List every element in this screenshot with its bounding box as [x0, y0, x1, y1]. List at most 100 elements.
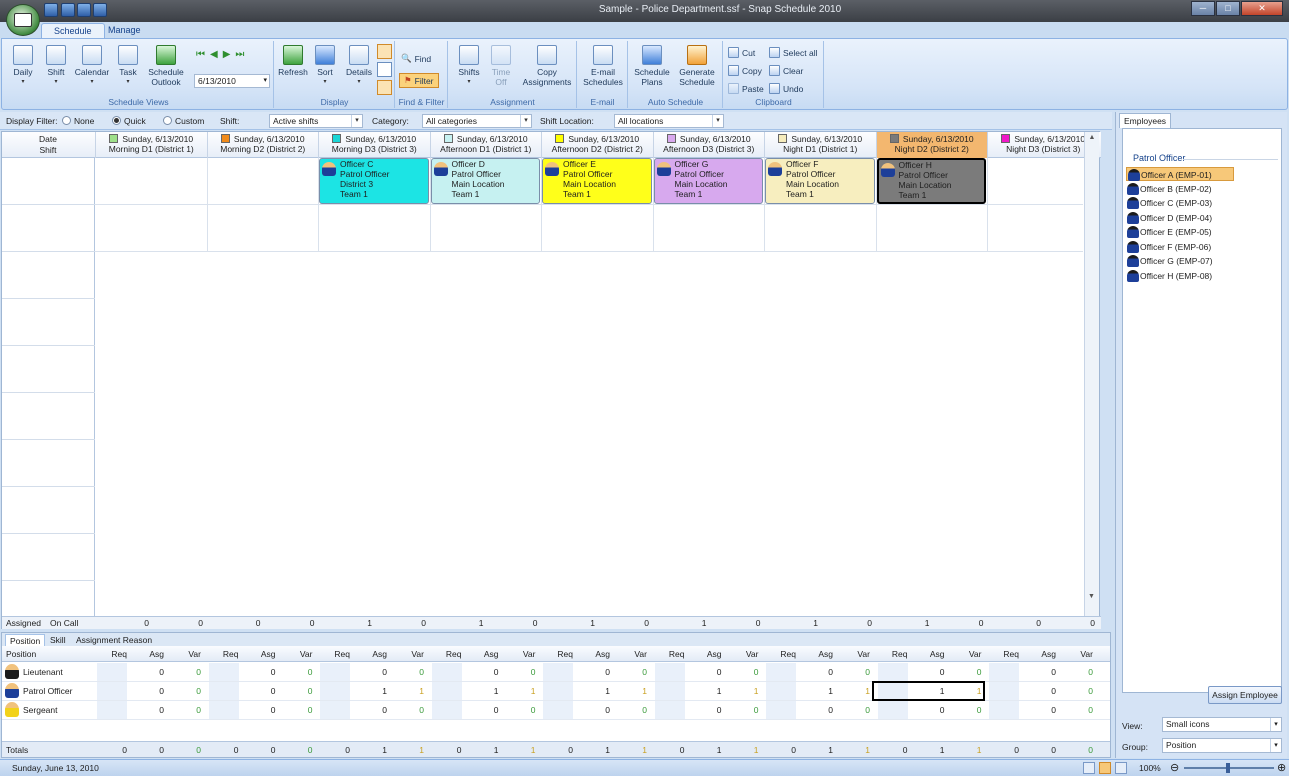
last-icon[interactable]: ⏭: [235, 49, 244, 63]
task-button[interactable]: Task ▾: [114, 45, 142, 87]
req-cell[interactable]: [654, 663, 685, 681]
req-cell[interactable]: [543, 701, 573, 719]
assignment-card[interactable]: Officer D Patrol Officer Main Location Team…: [430, 158, 540, 204]
assignment-card[interactable]: Officer E Patrol Officer Main Location Team…: [542, 158, 652, 204]
tab-skill[interactable]: Skill: [46, 634, 70, 646]
save-icon[interactable]: [61, 3, 75, 17]
schedule-plans-button[interactable]: Schedule Plans: [631, 45, 673, 87]
print-icon[interactable]: [93, 3, 107, 17]
paste-button[interactable]: Paste: [728, 83, 764, 94]
employee-item[interactable]: Officer E (EMP-05): [1126, 225, 1234, 239]
req-cell[interactable]: [989, 701, 1019, 719]
req-cell[interactable]: [320, 663, 350, 681]
scroll-down-icon[interactable]: ▼: [1088, 593, 1095, 600]
column-header[interactable]: Sunday, 6/13/2010 Morning D1 (District 1): [95, 132, 207, 158]
layout-toggle-icon[interactable]: [377, 44, 392, 59]
zoom-out-icon[interactable]: ⊖: [1170, 761, 1179, 774]
column-header[interactable]: Sunday, 6/13/2010 Afternoon D1 (District …: [429, 132, 542, 158]
req-cell[interactable]: [97, 701, 127, 719]
tab-position[interactable]: Position: [5, 634, 46, 646]
location-filter-combo[interactable]: All locations: [614, 114, 724, 128]
req-cell[interactable]: [543, 663, 573, 681]
calendar-button[interactable]: Calendar ▾: [74, 45, 110, 87]
layout-list-icon[interactable]: [377, 62, 392, 77]
req-cell[interactable]: [431, 663, 462, 681]
tab-assignment-reason[interactable]: Assignment Reason: [72, 634, 156, 646]
filter-quick-radio[interactable]: Quick: [112, 116, 146, 126]
column-header[interactable]: Sunday, 6/13/2010 Night D1 (District 1): [764, 132, 876, 158]
new-icon[interactable]: [77, 3, 91, 17]
clear-button[interactable]: Clear: [769, 65, 803, 76]
generate-schedule-button[interactable]: Generate Schedule: [675, 45, 719, 87]
cut-button[interactable]: Cut: [728, 47, 755, 58]
req-cell[interactable]: [877, 701, 908, 719]
assignment-card[interactable]: Officer H Patrol Officer Main Location Team…: [876, 158, 986, 204]
employee-item[interactable]: Officer A (EMP-01): [1126, 167, 1234, 181]
tab-employees[interactable]: Employees: [1119, 113, 1172, 128]
req-cell[interactable]: [654, 682, 685, 700]
help-icon[interactable]: [44, 3, 58, 17]
assignment-card[interactable]: Officer F Patrol Officer Main Location Team…: [765, 158, 875, 204]
req-cell[interactable]: [766, 701, 796, 719]
view-combo[interactable]: Small icons: [1162, 717, 1282, 732]
tab-schedule[interactable]: Schedule: [41, 23, 105, 38]
email-schedules-button[interactable]: E-mail Schedules: [580, 45, 626, 87]
req-cell[interactable]: [543, 682, 573, 700]
tab-manage[interactable]: Manage: [96, 23, 153, 38]
app-menu-button[interactable]: [6, 4, 40, 36]
close-button[interactable]: ✕: [1241, 1, 1283, 16]
req-cell[interactable]: [320, 682, 350, 700]
refresh-button[interactable]: Refresh: [277, 45, 309, 77]
employee-item[interactable]: Officer F (EMP-06): [1126, 240, 1234, 254]
req-cell[interactable]: [97, 663, 127, 681]
shift-filter-combo[interactable]: Active shifts: [269, 114, 363, 128]
filter-button[interactable]: ⚑ Filter: [399, 73, 439, 88]
zoom-slider-thumb[interactable]: [1226, 763, 1230, 773]
column-header[interactable]: Sunday, 6/13/2010 Afternoon D2 (District …: [541, 132, 653, 158]
select-all-button[interactable]: Select all: [769, 47, 818, 58]
minimize-button[interactable]: ─: [1191, 1, 1215, 16]
view-schedule-icon[interactable]: [1099, 762, 1111, 774]
undo-button[interactable]: Undo: [769, 83, 803, 94]
find-button[interactable]: 🔍 Find: [401, 53, 431, 64]
prev-icon[interactable]: ◀: [210, 49, 218, 63]
shifts-button[interactable]: Shifts ▾: [453, 45, 485, 87]
req-cell[interactable]: [320, 701, 350, 719]
date-picker[interactable]: 6/13/2010 ▾: [194, 74, 270, 88]
req-cell[interactable]: [431, 682, 462, 700]
scroll-up-icon[interactable]: ▲: [1085, 134, 1099, 141]
req-cell[interactable]: [989, 682, 1019, 700]
maximize-button[interactable]: □: [1216, 1, 1240, 16]
category-filter-combo[interactable]: All categories: [422, 114, 532, 128]
details-button[interactable]: Details ▾: [343, 45, 375, 87]
shift-button[interactable]: Shift ▾: [41, 45, 71, 87]
req-cell[interactable]: [766, 663, 796, 681]
view-split-icon[interactable]: [1115, 762, 1127, 774]
first-icon[interactable]: ⏮: [196, 49, 205, 63]
column-header[interactable]: Sunday, 6/13/2010 Night D2 (District 2): [875, 132, 987, 158]
layout-note-icon[interactable]: [377, 80, 392, 95]
column-header[interactable]: Sunday, 6/13/2010 Afternoon D3 (District …: [652, 132, 765, 158]
employee-item[interactable]: Officer B (EMP-02): [1126, 182, 1234, 196]
schedule-outlook-button[interactable]: Schedule Outlook: [146, 45, 186, 87]
req-cell[interactable]: [989, 663, 1019, 681]
copy-button[interactable]: Copy: [728, 65, 762, 76]
employee-item[interactable]: Officer G (EMP-07): [1126, 254, 1234, 268]
req-cell[interactable]: [654, 701, 685, 719]
req-cell[interactable]: [208, 663, 239, 681]
employee-item[interactable]: Officer D (EMP-04): [1126, 211, 1234, 225]
time-off-button[interactable]: Time Off: [487, 45, 515, 87]
daily-button[interactable]: Daily ▾: [8, 45, 38, 87]
column-header[interactable]: Sunday, 6/13/2010 Morning D2 (District 2): [206, 132, 319, 158]
assignment-card[interactable]: Officer C Patrol Officer District 3 Team 1: [319, 158, 429, 204]
copy-assignments-button[interactable]: Copy Assignments: [521, 45, 573, 87]
grid-vertical-scrollbar[interactable]: ▲ ▼: [1084, 132, 1099, 616]
req-cell[interactable]: [877, 663, 908, 681]
req-cell[interactable]: [208, 701, 239, 719]
assignment-card[interactable]: Officer G Patrol Officer Main Location Team…: [653, 158, 763, 204]
req-cell[interactable]: [97, 682, 127, 700]
employee-item[interactable]: Officer C (EMP-03): [1126, 196, 1234, 210]
zoom-in-icon[interactable]: ⊕: [1277, 761, 1286, 774]
view-normal-icon[interactable]: [1083, 762, 1095, 774]
filter-none-radio[interactable]: None: [62, 116, 94, 126]
